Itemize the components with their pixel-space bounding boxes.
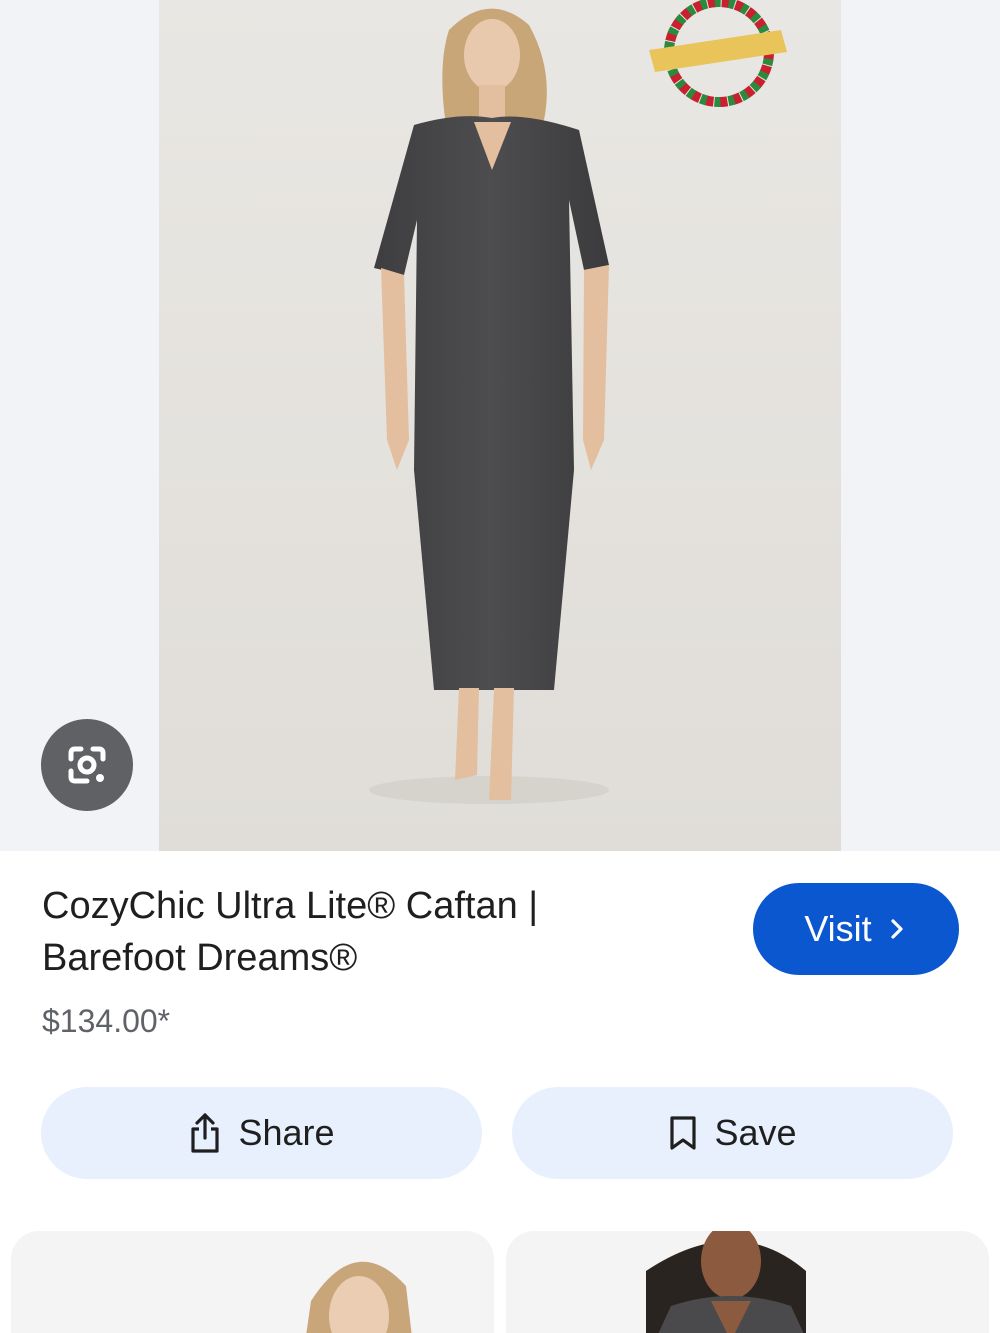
share-icon	[191, 1113, 220, 1153]
visit-button[interactable]: Visit	[753, 883, 959, 975]
related-product-image	[646, 1231, 806, 1333]
product-photo-illustration	[159, 0, 841, 851]
chevron-right-icon	[891, 919, 903, 939]
bookmark-icon	[670, 1116, 697, 1150]
share-button[interactable]: Share	[41, 1087, 482, 1179]
hero-image-area	[0, 0, 1000, 851]
related-product-card[interactable]	[506, 1231, 989, 1333]
product-image[interactable]	[159, 0, 841, 851]
visit-label: Visit	[804, 908, 872, 949]
camera-lens-icon	[68, 746, 106, 784]
share-label: Share	[238, 1112, 335, 1153]
related-product-image	[306, 1261, 412, 1333]
related-product-card[interactable]	[11, 1231, 494, 1333]
save-button[interactable]: Save	[512, 1087, 953, 1179]
product-price: $134.00*	[42, 1003, 171, 1039]
save-label: Save	[714, 1112, 797, 1153]
google-lens-button[interactable]	[41, 719, 133, 811]
product-title: CozyChic Ultra Lite® Caftan | Barefoot D…	[42, 885, 539, 979]
